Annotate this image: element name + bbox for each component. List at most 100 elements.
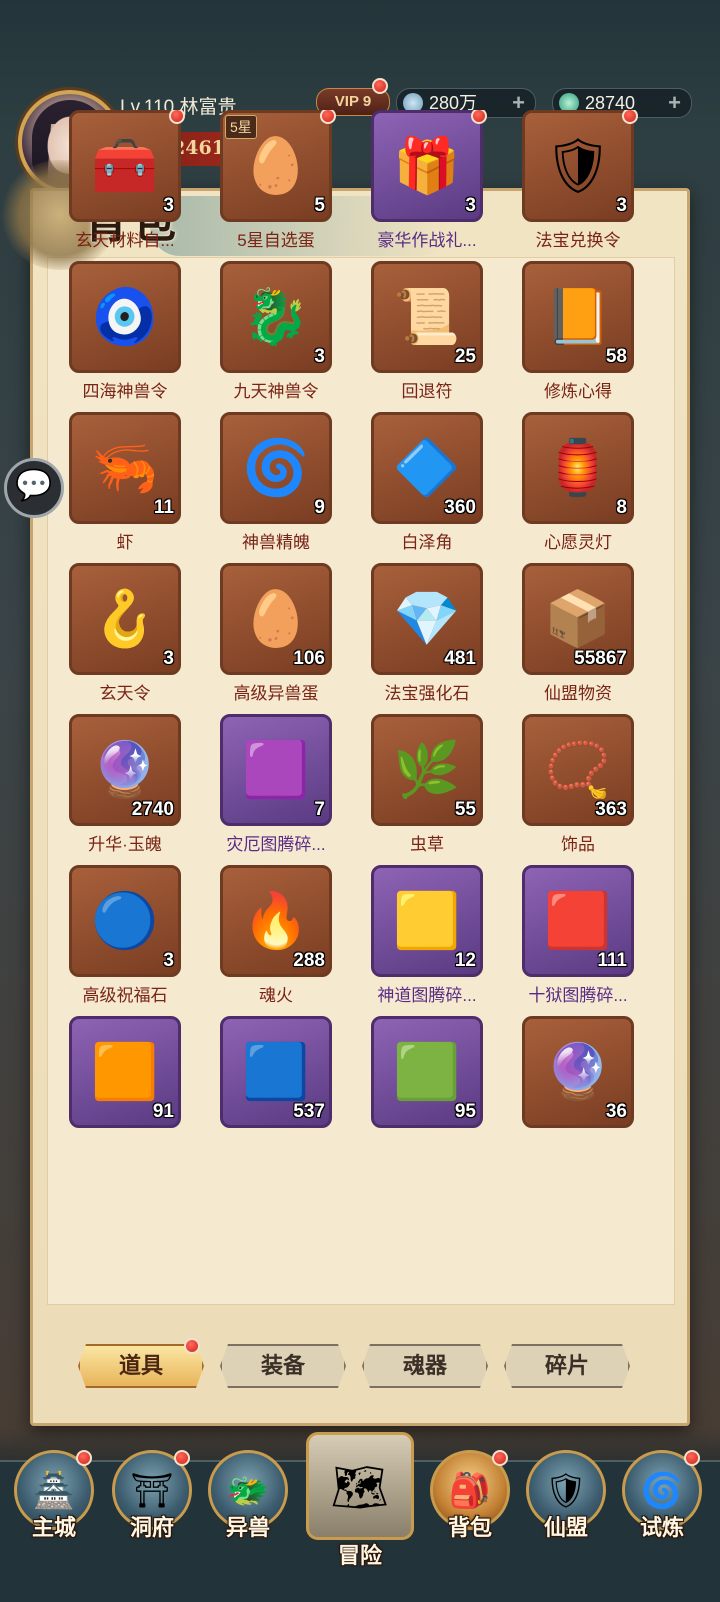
- bag-item[interactable]: 🔮 36: [493, 1016, 643, 1164]
- item-count: 7: [314, 799, 325, 820]
- item-slot[interactable]: 🟧 91: [69, 1016, 181, 1128]
- item-slot[interactable]: 🥚 5星 5: [220, 110, 332, 222]
- bag-item[interactable]: 🧰 3 玄天材料自...: [40, 110, 190, 258]
- new-item-dot: [169, 110, 185, 124]
- item-count: 36: [605, 1101, 627, 1122]
- nav-cave-mansion-button[interactable]: ⛩ 洞府: [108, 1450, 196, 1546]
- bag-item[interactable]: 🔮 2740 升华·玉魄: [40, 714, 190, 862]
- tab-fragments[interactable]: 碎片: [504, 1344, 630, 1388]
- nav-label: 异兽: [225, 1515, 270, 1541]
- bag-item[interactable]: 🧿 四海神兽令: [40, 261, 190, 409]
- item-slot[interactable]: 🟨 12: [371, 865, 483, 977]
- bag-item[interactable]: 🟦 537: [191, 1016, 341, 1164]
- item-count: 2740: [131, 799, 174, 820]
- bag-item[interactable]: 🌀 9 神兽精魄: [191, 412, 341, 560]
- bag-item[interactable]: 🟥 111 十狱图腾碎...: [493, 865, 643, 1013]
- item-slot[interactable]: 🟥 111: [522, 865, 634, 977]
- nav-alliance-button[interactable]: 🛡 仙盟: [522, 1450, 610, 1546]
- nav-label: 背包: [447, 1515, 492, 1541]
- item-name: 魂火: [259, 986, 293, 1005]
- item-slot[interactable]: 📜 25: [371, 261, 483, 373]
- bag-item[interactable]: 📜 25 回退符: [342, 261, 492, 409]
- bag-item[interactable]: 🟪 7 灾厄图腾碎...: [191, 714, 341, 862]
- tab-soul-gear[interactable]: 魂器: [362, 1344, 488, 1388]
- item-slot[interactable]: 📙 58: [522, 261, 634, 373]
- bag-item[interactable]: 📦 55867 仙盟物资: [493, 563, 643, 711]
- item-slot[interactable]: 🛡 3: [522, 110, 634, 222]
- item-name: 高级祝福石: [82, 986, 168, 1005]
- bag-item[interactable]: 🔥 288 魂火: [191, 865, 341, 1013]
- nav-bag-button[interactable]: 🎒 背包: [426, 1450, 514, 1546]
- item-count: 5: [314, 195, 325, 216]
- item-slot[interactable]: 🧿: [69, 261, 181, 373]
- item-slot[interactable]: 🟪 7: [220, 714, 332, 826]
- item-slot[interactable]: 🔥 288: [220, 865, 332, 977]
- item-slot[interactable]: 🐉 3: [220, 261, 332, 373]
- bag-item[interactable]: 🐉 3 九天神兽令: [191, 261, 341, 409]
- item-count: 537: [293, 1101, 325, 1122]
- chat-icon[interactable]: 💬: [4, 458, 64, 518]
- item-name: 十狱图腾碎...: [528, 986, 628, 1005]
- item-count: 8: [616, 497, 627, 518]
- item-slot[interactable]: 🦐 11: [69, 412, 181, 524]
- adventure-icon: 🗺: [306, 1432, 414, 1540]
- bag-item[interactable]: 🪝 3 玄天令: [40, 563, 190, 711]
- new-item-dot: [471, 110, 487, 124]
- item-slot[interactable]: 🪝 3: [69, 563, 181, 675]
- item-slot[interactable]: 🟦 537: [220, 1016, 332, 1128]
- item-name: 虫草: [410, 835, 444, 854]
- bag-item[interactable]: 🥚 5星 5 5星自选蛋: [191, 110, 341, 258]
- item-slot[interactable]: 📦 55867: [522, 563, 634, 675]
- nav-beasts-button[interactable]: 🐲 异兽: [204, 1450, 292, 1546]
- nav-notification-dot: [492, 1450, 508, 1466]
- item-slot[interactable]: 🔮 36: [522, 1016, 634, 1128]
- item-name: 神兽精魄: [242, 533, 310, 552]
- item-slot[interactable]: 🔵 3: [69, 865, 181, 977]
- item-slot[interactable]: 🔷 360: [371, 412, 483, 524]
- item-slot[interactable]: 🌀 9: [220, 412, 332, 524]
- nav-main-city-button[interactable]: 🏯 主城: [10, 1450, 98, 1546]
- item-count: 91: [152, 1101, 174, 1122]
- vip-notification-dot: [372, 78, 388, 94]
- bag-item[interactable]: 🏮 8 心愿灵灯: [493, 412, 643, 560]
- item-slot[interactable]: 🎁 3: [371, 110, 483, 222]
- item-slot[interactable]: 🌿 55: [371, 714, 483, 826]
- item-slot[interactable]: 🟩 95: [371, 1016, 483, 1128]
- item-slot[interactable]: 🧰 3: [69, 110, 181, 222]
- item-name: 白泽角: [401, 533, 453, 552]
- item-count: 288: [293, 950, 325, 971]
- tab-equipment[interactable]: 装备: [220, 1344, 346, 1388]
- bag-item[interactable]: 🎁 3 豪华作战礼...: [342, 110, 492, 258]
- item-count: 11: [153, 497, 174, 518]
- bag-tabs: 道具 装备 魂器 碎片: [78, 1338, 648, 1390]
- item-count: 481: [444, 648, 476, 669]
- item-slot[interactable]: 💎 481: [371, 563, 483, 675]
- bag-item[interactable]: 🔵 3 高级祝福石: [40, 865, 190, 1013]
- item-slot[interactable]: 🔮 2740: [69, 714, 181, 826]
- nav-trial-button[interactable]: 🌀 试炼: [618, 1450, 706, 1546]
- item-slot[interactable]: 🥚 106: [220, 563, 332, 675]
- nav-label: 冒险: [337, 1543, 382, 1569]
- bag-item[interactable]: 📿 363 饰品: [493, 714, 643, 862]
- nav-adventure-button[interactable]: 🗺 冒险: [300, 1432, 420, 1582]
- bag-item[interactable]: 🟧 91: [40, 1016, 190, 1164]
- bag-item[interactable]: 🛡 3 法宝兑换令: [493, 110, 643, 258]
- item-name: 神道图腾碎...: [377, 986, 477, 1005]
- bag-item[interactable]: 💎 481 法宝强化石: [342, 563, 492, 711]
- item-count: 55867: [574, 648, 627, 669]
- bag-item[interactable]: 📙 58 修炼心得: [493, 261, 643, 409]
- bag-item[interactable]: 🟨 12 神道图腾碎...: [342, 865, 492, 1013]
- bag-item[interactable]: 🌿 55 虫草: [342, 714, 492, 862]
- nav-notification-dot: [76, 1450, 92, 1466]
- item-slot[interactable]: 📿 363: [522, 714, 634, 826]
- new-item-dot: [320, 110, 336, 124]
- bag-item[interactable]: 🟩 95: [342, 1016, 492, 1164]
- item-slot[interactable]: 🏮 8: [522, 412, 634, 524]
- item-count: 58: [605, 346, 627, 367]
- bag-item[interactable]: 🥚 106 高级异兽蛋: [191, 563, 341, 711]
- item-name: 饰品: [561, 835, 595, 854]
- item-name: 高级异兽蛋: [233, 684, 319, 703]
- bag-item[interactable]: 🔷 360 白泽角: [342, 412, 492, 560]
- item-name: 回退符: [401, 382, 453, 401]
- star-badge: 5星: [225, 115, 257, 139]
